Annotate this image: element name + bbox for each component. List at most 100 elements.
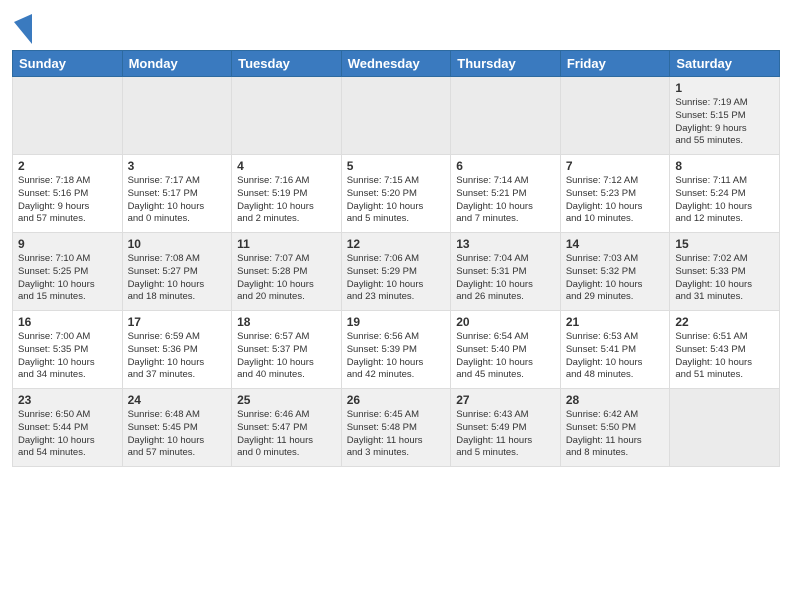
day-info: Sunrise: 7:15 AM Sunset: 5:20 PM Dayligh…: [347, 175, 446, 226]
calendar-cell: 25 Sunrise: 6:46 AM Sunset: 5:47 PM Dayli…: [232, 389, 342, 467]
calendar-cell: 4 Sunrise: 7:16 AM Sunset: 5:19 PM Daylig…: [232, 155, 342, 233]
calendar-week-row: 9 Sunrise: 7:10 AM Sunset: 5:25 PM Daylig…: [13, 233, 780, 311]
day-number: 25: [237, 393, 336, 407]
calendar-cell: 7 Sunrise: 7:12 AM Sunset: 5:23 PM Daylig…: [560, 155, 670, 233]
day-info: Sunrise: 6:43 AM Sunset: 5:49 PM Dayligh…: [456, 409, 555, 460]
calendar-cell: 8 Sunrise: 7:11 AM Sunset: 5:24 PM Daylig…: [670, 155, 780, 233]
weekday-header-row: SundayMondayTuesdayWednesdayThursdayFrid…: [13, 51, 780, 77]
calendar-cell: 16Sunrise: 7:00 AM Sunset: 5:35 PM Dayli…: [13, 311, 123, 389]
day-info: Sunrise: 6:46 AM Sunset: 5:47 PM Dayligh…: [237, 409, 336, 460]
day-info: Sunrise: 7:17 AM Sunset: 5:17 PM Dayligh…: [128, 175, 227, 226]
day-number: 7: [566, 159, 665, 173]
day-info: Sunrise: 6:50 AM Sunset: 5:44 PM Dayligh…: [18, 409, 117, 460]
calendar-cell: [13, 77, 123, 155]
calendar-cell: [122, 77, 232, 155]
day-info: Sunrise: 7:10 AM Sunset: 5:25 PM Dayligh…: [18, 253, 117, 304]
calendar-cell: 15Sunrise: 7:02 AM Sunset: 5:33 PM Dayli…: [670, 233, 780, 311]
day-number: 2: [18, 159, 117, 173]
day-number: 14: [566, 237, 665, 251]
day-number: 27: [456, 393, 555, 407]
day-info: Sunrise: 7:04 AM Sunset: 5:31 PM Dayligh…: [456, 253, 555, 304]
calendar-week-row: 2 Sunrise: 7:18 AM Sunset: 5:16 PM Daylig…: [13, 155, 780, 233]
calendar-table: SundayMondayTuesdayWednesdayThursdayFrid…: [12, 50, 780, 467]
weekday-header-thursday: Thursday: [451, 51, 561, 77]
calendar-cell: 1Sunrise: 7:19 AM Sunset: 5:15 PM Daylig…: [670, 77, 780, 155]
day-info: Sunrise: 6:54 AM Sunset: 5:40 PM Dayligh…: [456, 331, 555, 382]
day-info: Sunrise: 7:08 AM Sunset: 5:27 PM Dayligh…: [128, 253, 227, 304]
day-number: 11: [237, 237, 336, 251]
calendar-cell: 26 Sunrise: 6:45 AM Sunset: 5:48 PM Dayli…: [341, 389, 451, 467]
calendar-cell: 19 Sunrise: 6:56 AM Sunset: 5:39 PM Dayli…: [341, 311, 451, 389]
calendar-cell: [232, 77, 342, 155]
calendar-cell: 18Sunrise: 6:57 AM Sunset: 5:37 PM Dayli…: [232, 311, 342, 389]
calendar-cell: 23 Sunrise: 6:50 AM Sunset: 5:44 PM Dayli…: [13, 389, 123, 467]
day-number: 19: [347, 315, 446, 329]
day-number: 13: [456, 237, 555, 251]
calendar-cell: 28 Sunrise: 6:42 AM Sunset: 5:50 PM Dayli…: [560, 389, 670, 467]
logo-icon: [14, 14, 32, 44]
day-number: 10: [128, 237, 227, 251]
day-info: Sunrise: 7:02 AM Sunset: 5:33 PM Dayligh…: [675, 253, 774, 304]
weekday-header-wednesday: Wednesday: [341, 51, 451, 77]
day-number: 20: [456, 315, 555, 329]
calendar-week-row: 16Sunrise: 7:00 AM Sunset: 5:35 PM Dayli…: [13, 311, 780, 389]
calendar-week-row: 1Sunrise: 7:19 AM Sunset: 5:15 PM Daylig…: [13, 77, 780, 155]
day-info: Sunrise: 7:07 AM Sunset: 5:28 PM Dayligh…: [237, 253, 336, 304]
day-info: Sunrise: 6:45 AM Sunset: 5:48 PM Dayligh…: [347, 409, 446, 460]
weekday-header-monday: Monday: [122, 51, 232, 77]
day-info: Sunrise: 7:11 AM Sunset: 5:24 PM Dayligh…: [675, 175, 774, 226]
day-number: 6: [456, 159, 555, 173]
day-info: Sunrise: 7:18 AM Sunset: 5:16 PM Dayligh…: [18, 175, 117, 226]
day-number: 16: [18, 315, 117, 329]
day-info: Sunrise: 7:06 AM Sunset: 5:29 PM Dayligh…: [347, 253, 446, 304]
day-number: 26: [347, 393, 446, 407]
calendar-cell: [451, 77, 561, 155]
calendar-cell: 3 Sunrise: 7:17 AM Sunset: 5:17 PM Daylig…: [122, 155, 232, 233]
weekday-header-sunday: Sunday: [13, 51, 123, 77]
day-number: 17: [128, 315, 227, 329]
day-number: 8: [675, 159, 774, 173]
calendar-cell: 20 Sunrise: 6:54 AM Sunset: 5:40 PM Dayli…: [451, 311, 561, 389]
weekday-header-friday: Friday: [560, 51, 670, 77]
day-number: 12: [347, 237, 446, 251]
day-info: Sunrise: 6:42 AM Sunset: 5:50 PM Dayligh…: [566, 409, 665, 460]
calendar-cell: [560, 77, 670, 155]
calendar-cell: 2 Sunrise: 7:18 AM Sunset: 5:16 PM Daylig…: [13, 155, 123, 233]
day-number: 28: [566, 393, 665, 407]
calendar-cell: 12 Sunrise: 7:06 AM Sunset: 5:29 PM Dayli…: [341, 233, 451, 311]
day-info: Sunrise: 6:56 AM Sunset: 5:39 PM Dayligh…: [347, 331, 446, 382]
weekday-header-tuesday: Tuesday: [232, 51, 342, 77]
calendar-cell: 6Sunrise: 7:14 AM Sunset: 5:21 PM Daylig…: [451, 155, 561, 233]
day-info: Sunrise: 6:59 AM Sunset: 5:36 PM Dayligh…: [128, 331, 227, 382]
day-number: 1: [675, 81, 774, 95]
calendar-cell: [670, 389, 780, 467]
page-header: [12, 10, 780, 44]
day-info: Sunrise: 7:16 AM Sunset: 5:19 PM Dayligh…: [237, 175, 336, 226]
calendar-cell: 10 Sunrise: 7:08 AM Sunset: 5:27 PM Dayli…: [122, 233, 232, 311]
calendar-cell: 13 Sunrise: 7:04 AM Sunset: 5:31 PM Dayli…: [451, 233, 561, 311]
day-number: 21: [566, 315, 665, 329]
calendar-cell: 27 Sunrise: 6:43 AM Sunset: 5:49 PM Dayli…: [451, 389, 561, 467]
day-number: 22: [675, 315, 774, 329]
weekday-header-saturday: Saturday: [670, 51, 780, 77]
calendar-cell: 24Sunrise: 6:48 AM Sunset: 5:45 PM Dayli…: [122, 389, 232, 467]
day-number: 9: [18, 237, 117, 251]
page-container: SundayMondayTuesdayWednesdayThursdayFrid…: [0, 0, 792, 475]
day-info: Sunrise: 6:53 AM Sunset: 5:41 PM Dayligh…: [566, 331, 665, 382]
logo: [12, 14, 32, 44]
day-info: Sunrise: 7:12 AM Sunset: 5:23 PM Dayligh…: [566, 175, 665, 226]
calendar-cell: 5Sunrise: 7:15 AM Sunset: 5:20 PM Daylig…: [341, 155, 451, 233]
day-number: 3: [128, 159, 227, 173]
day-info: Sunrise: 6:48 AM Sunset: 5:45 PM Dayligh…: [128, 409, 227, 460]
calendar-week-row: 23 Sunrise: 6:50 AM Sunset: 5:44 PM Dayli…: [13, 389, 780, 467]
day-info: Sunrise: 7:03 AM Sunset: 5:32 PM Dayligh…: [566, 253, 665, 304]
day-info: Sunrise: 6:51 AM Sunset: 5:43 PM Dayligh…: [675, 331, 774, 382]
calendar-cell: [341, 77, 451, 155]
calendar-cell: 11 Sunrise: 7:07 AM Sunset: 5:28 PM Dayli…: [232, 233, 342, 311]
calendar-cell: 22 Sunrise: 6:51 AM Sunset: 5:43 PM Dayli…: [670, 311, 780, 389]
calendar-cell: 14 Sunrise: 7:03 AM Sunset: 5:32 PM Dayli…: [560, 233, 670, 311]
day-number: 23: [18, 393, 117, 407]
calendar-cell: 9 Sunrise: 7:10 AM Sunset: 5:25 PM Daylig…: [13, 233, 123, 311]
calendar-cell: 17 Sunrise: 6:59 AM Sunset: 5:36 PM Dayli…: [122, 311, 232, 389]
day-number: 4: [237, 159, 336, 173]
